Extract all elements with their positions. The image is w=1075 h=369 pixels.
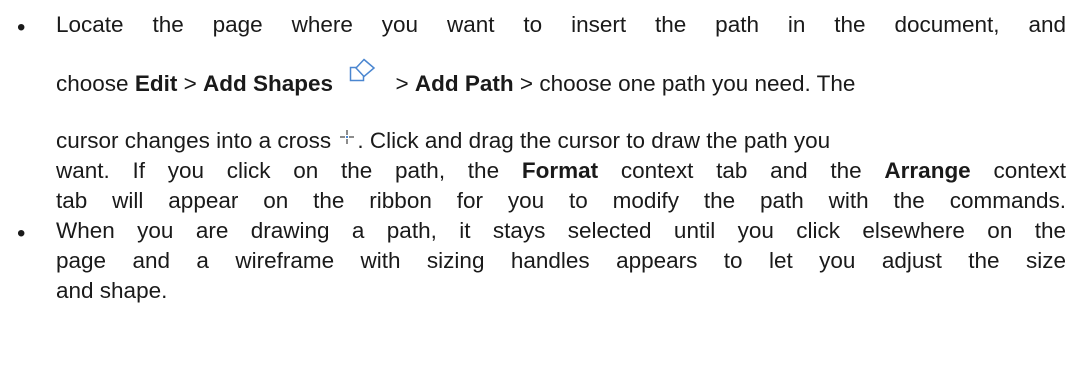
format-tab-label: Format [521, 158, 599, 183]
paragraph-line: choose Edit > Add Shapes > Add Path > ch… [56, 58, 1066, 102]
text: context [970, 158, 1066, 183]
text: > [389, 70, 415, 96]
cross-cursor-icon [339, 123, 355, 153]
paragraph-line: tab will appear on the ribbon for you to… [56, 186, 1066, 216]
text: > choose one path you need. The [513, 70, 856, 96]
add-path-label: Add Path [414, 70, 514, 96]
menu-edit-label: Edit [134, 70, 178, 96]
text: want. If you click on the path, the [56, 158, 522, 183]
bullet-icon: • [17, 220, 26, 247]
text: tab will appear on the ribbon for you to… [56, 188, 1066, 213]
text: and shape. [56, 278, 168, 303]
paragraph-line: When you are drawing a path, it stays se… [56, 216, 1066, 246]
arrange-tab-label: Arrange [884, 158, 971, 183]
paragraph-line: page and a wireframe with sizing handles… [56, 246, 1066, 276]
paragraph-line: want. If you click on the path, the Form… [56, 156, 1066, 186]
text: page and a wireframe with sizing handles… [56, 248, 1066, 273]
text: choose [56, 70, 135, 96]
add-shapes-icon [349, 58, 377, 92]
text: context tab and the [598, 158, 885, 183]
text: . Click and drag the cursor to draw the … [357, 128, 831, 153]
paragraph-line: and shape. [56, 276, 1066, 306]
paragraph-line: cursor changes into a cross . Click and … [56, 126, 1066, 157]
paragraph-line: Locate the page where you want to insert… [56, 10, 1066, 40]
text: cursor changes into a cross [56, 128, 338, 153]
add-shapes-label: Add Shapes [202, 70, 333, 96]
document-page: • Locate the page where you want to inse… [0, 0, 1075, 369]
text: Locate the page where you want to insert… [56, 12, 1066, 37]
bullet-icon: • [17, 14, 26, 41]
text: > [177, 70, 203, 96]
text: When you are drawing a path, it stays se… [56, 218, 1066, 243]
